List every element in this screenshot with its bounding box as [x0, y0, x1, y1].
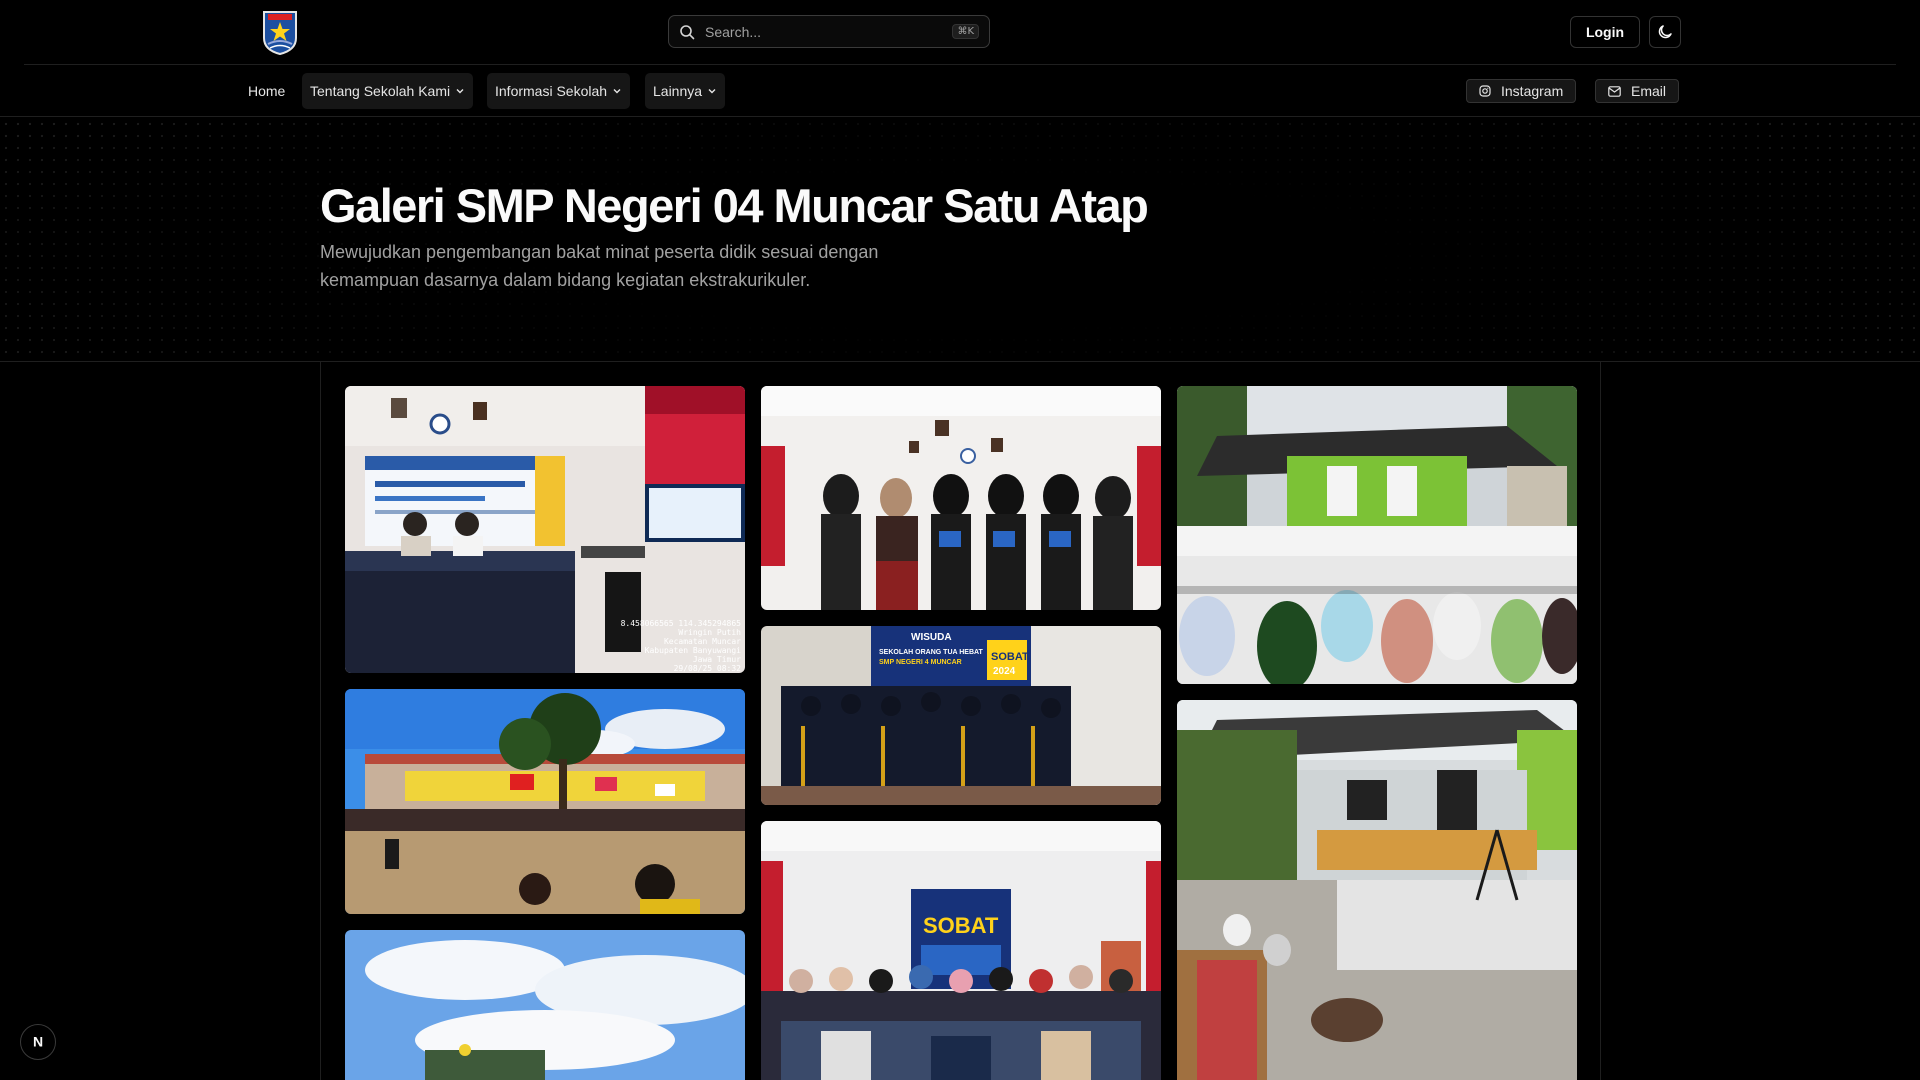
gallery-photo-stage-gathering[interactable]	[1177, 700, 1577, 1080]
photo-stamp-line-1: 8.458066565 114.345294865	[621, 619, 742, 628]
nav-lainnya[interactable]: Lainnya	[645, 73, 726, 109]
chevron-down-icon	[613, 89, 621, 94]
page-description: Mewujudkan pengembangan bakat minat pese…	[320, 242, 879, 290]
banner-year: 2024	[993, 666, 1016, 677]
email-label: Email	[1631, 83, 1667, 99]
nextjs-label: N	[33, 1034, 43, 1050]
gallery-grid: 8.458066565 114.345294865 Wringin Putih …	[320, 362, 1601, 1080]
instagram-icon	[1479, 85, 1491, 97]
search-icon	[680, 24, 695, 39]
nextjs-devtools-button[interactable]: N	[20, 1024, 56, 1060]
instagram-label: Instagram	[1501, 83, 1564, 99]
theme-toggle-button[interactable]	[1649, 16, 1681, 48]
photo-stamp-line-5: Jawa Timur	[693, 655, 741, 664]
gallery-photo-sky-building[interactable]	[345, 930, 745, 1080]
nav-informasi-label: Informasi Sekolah	[495, 83, 608, 99]
gallery-photo-wisuda-sobat[interactable]: WISUDA SEKOLAH ORANG TUA HEBAT SMP NEGER…	[761, 626, 1161, 805]
banner-wisuda: WISUDA	[911, 632, 952, 643]
gallery-hero: Galeri SMP Negeri 04 Muncar Satu Atap Me…	[0, 118, 1920, 362]
login-button[interactable]: Login	[1570, 16, 1640, 48]
nav-home[interactable]: Home	[240, 73, 293, 109]
photo-stamp-line-6: 29/08/25 08:32	[674, 664, 742, 673]
nav-lainnya-label: Lainnya	[653, 83, 703, 99]
banner-smp: SMP NEGERI 4 MUNCAR	[879, 659, 962, 666]
school-crest-icon[interactable]	[260, 8, 300, 56]
top-bar: ⌘K Login	[0, 0, 1920, 64]
search-input[interactable]	[705, 23, 953, 40]
banner-sekolah-orang-tua: SEKOLAH ORANG TUA HEBAT	[879, 649, 984, 656]
photo-stamp-line-2: Wringin Putih	[678, 628, 741, 637]
nextjs-icon: N	[33, 1034, 43, 1050]
search-box[interactable]: ⌘K	[668, 15, 990, 48]
page-title: Galeri SMP Negeri 04 Muncar Satu Atap	[320, 179, 1149, 232]
hero-dot-background	[0, 118, 1920, 361]
email-link[interactable]: Email	[1595, 79, 1680, 103]
search-shortcut: ⌘K	[952, 24, 979, 39]
gallery-photo-seminar[interactable]: 8.458066565 114.345294865 Wringin Putih …	[345, 386, 745, 673]
chevron-down-icon	[708, 89, 716, 94]
gallery-photo-outdoor-prayer[interactable]	[1177, 386, 1577, 684]
photo-stamp-line-3: Kecamatan Muncar	[664, 637, 741, 646]
photo-stamp-line-4: Kabupaten Banyuwangi	[645, 646, 742, 655]
main-nav: Home Tentang Sekolah Kami Informasi Seko…	[0, 65, 1920, 117]
banner-sobat: SOBAT	[991, 651, 1029, 663]
nav-tentang-sekolah[interactable]: Tentang Sekolah Kami	[302, 73, 474, 109]
gallery-photo-field-ceremony[interactable]	[345, 689, 745, 914]
instagram-link[interactable]: Instagram	[1466, 79, 1577, 103]
nav-home-label: Home	[248, 83, 286, 99]
gallery-photo-sobat-workshop[interactable]: SOBAT	[761, 821, 1161, 1080]
banner-sobat-2: SOBAT	[923, 913, 999, 938]
nav-informasi-sekolah[interactable]: Informasi Sekolah	[487, 73, 631, 109]
gallery-photo-graduation-group[interactable]	[761, 386, 1161, 610]
nav-tentang-label: Tentang Sekolah Kami	[310, 83, 451, 99]
moon-icon	[1658, 25, 1672, 39]
chevron-down-icon	[456, 89, 464, 94]
mail-icon	[1608, 85, 1621, 97]
